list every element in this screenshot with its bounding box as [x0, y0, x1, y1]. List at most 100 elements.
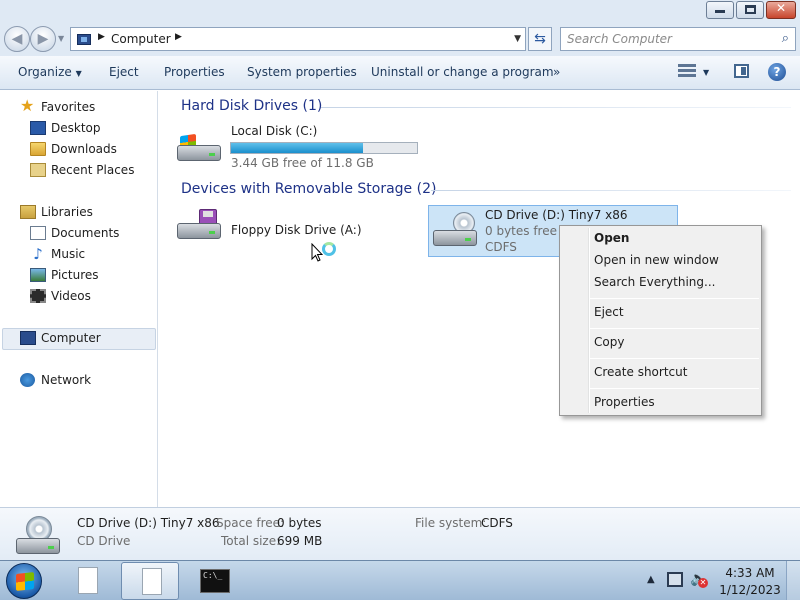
nav-label: Downloads	[51, 142, 117, 156]
menu-item-properties[interactable]: Properties	[594, 395, 655, 409]
context-menu: Open Open in new window Search Everythin…	[559, 225, 762, 416]
menu-item-eject[interactable]: Eject	[594, 305, 624, 319]
details-item-type: CD Drive	[77, 534, 131, 548]
address-history-dropdown[interactable]: ▼	[514, 34, 521, 44]
properties-button[interactable]: Properties	[164, 65, 225, 79]
hard-drive-icon	[177, 133, 221, 163]
search-input[interactable]: Search Computer ⌕	[560, 27, 796, 51]
maximize-button[interactable]	[736, 1, 764, 19]
address-row: ◀ ▶ ▼ ▶ Computer ▶ ▼ ⇆ Search Computer ⌕	[0, 24, 800, 56]
nav-label: Documents	[51, 226, 120, 240]
disk-usage-fill	[231, 143, 364, 153]
details-item-name: CD Drive (D:) Tiny7 x86	[77, 516, 220, 530]
mouse-pointer-icon	[311, 243, 323, 262]
cd-drive-icon	[433, 212, 477, 246]
nav-label: Network	[41, 373, 92, 387]
refresh-icon: ⇆	[534, 31, 546, 47]
organize-menu[interactable]: Organize ▼	[18, 65, 82, 79]
menu-separator	[590, 388, 759, 389]
details-total-size-label: Total size:	[221, 534, 281, 548]
help-icon[interactable]: ?	[768, 63, 786, 81]
group-header-hard-disk[interactable]: Hard Disk Drives (1)	[181, 98, 322, 114]
details-file-system-value: CDFS	[481, 516, 513, 530]
nav-label: Videos	[51, 289, 91, 303]
menu-item-open-new-window[interactable]: Open in new window	[594, 253, 719, 267]
navigation-pane: ★ Favorites Desktop Downloads Recent Pla…	[0, 91, 158, 507]
organize-label: Organize	[18, 65, 72, 79]
address-bar[interactable]: ▶ Computer ▶ ▼	[70, 27, 526, 51]
downloads-folder-icon	[30, 142, 46, 156]
menu-item-search-everything[interactable]: Search Everything...	[594, 275, 715, 289]
recent-pages-dropdown[interactable]: ▼	[58, 34, 64, 43]
view-options-dropdown[interactable]: ▼	[703, 68, 709, 77]
back-arrow-icon: ◀	[11, 31, 23, 47]
group-divider	[321, 107, 791, 108]
clock-time[interactable]: 4:33 AM	[725, 566, 775, 580]
drive-free-space: 3.44 GB free of 11.8 GB	[231, 156, 374, 170]
start-button[interactable]	[6, 563, 42, 599]
close-button[interactable]: ✕	[766, 1, 796, 19]
search-placeholder: Search Computer	[567, 32, 672, 46]
drive-name: Local Disk (C:)	[231, 124, 318, 138]
command-bar: Organize ▼ Eject Properties System prope…	[0, 56, 800, 90]
nav-label: Pictures	[51, 268, 99, 282]
breadcrumb-computer[interactable]: Computer	[111, 32, 171, 46]
breadcrumb-chevron-icon[interactable]: ▶	[98, 32, 105, 42]
network-tray-icon[interactable]	[667, 572, 683, 587]
search-icon: ⌕	[781, 31, 789, 46]
title-bar: ✕	[0, 0, 800, 24]
details-total-size-value: 699 MB	[277, 534, 323, 548]
group-header-removable[interactable]: Devices with Removable Storage (2)	[181, 181, 436, 197]
music-icon: ♪	[33, 245, 43, 263]
system-properties-button[interactable]: System properties	[247, 65, 357, 79]
taskbar-button-notepad[interactable]	[58, 562, 116, 600]
eject-button[interactable]: Eject	[109, 65, 139, 79]
menu-item-open[interactable]: Open	[594, 231, 629, 245]
change-view-icon[interactable]	[678, 64, 696, 78]
nav-label: Favorites	[41, 100, 96, 114]
forward-button[interactable]: ▶	[30, 26, 56, 52]
taskbar-button-cmd[interactable]: C:\_	[184, 562, 242, 600]
uninstall-program-button[interactable]: Uninstall or change a program	[371, 65, 554, 79]
drive-tile-floppy[interactable]: Floppy Disk Drive (A:)	[177, 209, 377, 253]
taskbar: C:\_ ▲ 🔈 ✕ 4:33 AM 1/12/2023	[0, 560, 800, 600]
pictures-icon	[30, 268, 46, 282]
window-controls: ✕	[706, 1, 796, 19]
preview-pane-icon[interactable]	[734, 64, 749, 78]
desktop-icon	[30, 121, 46, 135]
details-space-free-value: 0 bytes	[277, 516, 322, 530]
clock-date[interactable]: 1/12/2023	[719, 583, 781, 597]
document-icon	[78, 567, 98, 594]
chevron-down-icon: ▼	[75, 69, 82, 78]
menu-separator	[590, 298, 759, 299]
close-icon: ✕	[775, 1, 787, 15]
star-icon: ★	[20, 96, 35, 115]
minimize-button[interactable]	[706, 1, 734, 19]
nav-label: Music	[51, 247, 86, 261]
details-pane: CD Drive (D:) Tiny7 x86 CD Drive Space f…	[0, 507, 800, 560]
command-prompt-icon: C:\_	[200, 569, 230, 593]
disk-usage-bar	[230, 142, 418, 154]
windows-logo-icon	[16, 572, 34, 591]
document-icon	[142, 568, 162, 595]
breadcrumb-chevron-icon[interactable]: ▶	[175, 32, 182, 42]
more-commands-button[interactable]: »	[553, 65, 560, 79]
forward-arrow-icon: ▶	[37, 31, 49, 47]
details-file-system-label: File system:	[415, 516, 487, 530]
floppy-drive-icon	[177, 209, 221, 239]
nav-label: Desktop	[51, 121, 101, 135]
menu-item-create-shortcut[interactable]: Create shortcut	[594, 365, 687, 379]
drive-file-system: CDFS	[485, 240, 517, 254]
taskbar-button-explorer[interactable]	[121, 562, 179, 600]
menu-item-copy[interactable]: Copy	[594, 335, 624, 349]
menu-separator	[590, 358, 759, 359]
network-icon	[20, 373, 35, 387]
drive-name: CD Drive (D:) Tiny7 x86	[485, 208, 628, 222]
computer-icon	[20, 331, 36, 345]
documents-icon	[30, 226, 46, 240]
recent-places-icon	[30, 163, 46, 177]
show-hidden-icons-button[interactable]: ▲	[647, 574, 655, 585]
show-desktop-button[interactable]	[786, 561, 800, 600]
refresh-button[interactable]: ⇆	[528, 27, 552, 51]
back-button[interactable]: ◀	[4, 26, 30, 52]
